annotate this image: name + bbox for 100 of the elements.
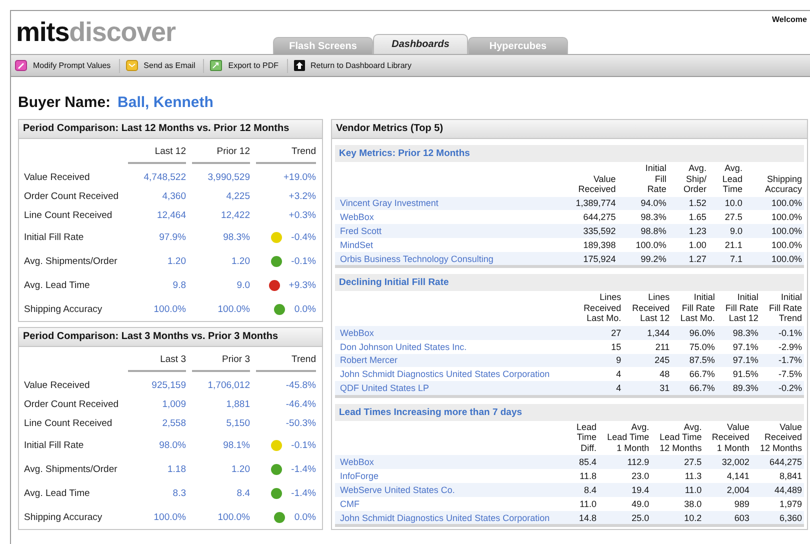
table-cell: 8,841 bbox=[751, 469, 804, 484]
export-icon bbox=[210, 60, 222, 71]
vendor-link[interactable]: John Schmidt Diagnostics United States Corporation bbox=[335, 510, 570, 526]
table-cell: -0.2% bbox=[760, 381, 804, 396]
column-header: Initial Fill Rate Last Mo. bbox=[672, 291, 717, 326]
column-header: Value Received 1 Month bbox=[704, 420, 752, 456]
table-cell: 15 bbox=[574, 340, 624, 354]
vendor-link[interactable]: QDF United States LP bbox=[335, 381, 575, 396]
metric-value: 1,881 bbox=[226, 399, 250, 410]
metric-label: Order Count Received bbox=[24, 398, 120, 412]
table-cell: 4,141 bbox=[704, 469, 752, 484]
column-header: Last 12 bbox=[154, 146, 186, 157]
table-cell: 4 bbox=[574, 381, 624, 396]
table-cell: 100.0% bbox=[744, 210, 804, 224]
table-cell: 1.65 bbox=[668, 210, 708, 224]
column-header: Lines Received Last Mo. bbox=[574, 291, 624, 326]
table-cell: 9 bbox=[574, 354, 624, 368]
vendor-link[interactable]: Don Johnson United States Inc. bbox=[335, 340, 575, 354]
table-cell: 1.52 bbox=[668, 196, 708, 210]
table-cell: 98.3% bbox=[716, 326, 760, 340]
trend-value: -46.4% bbox=[286, 399, 316, 410]
table-cell: 10.2 bbox=[651, 510, 704, 526]
table-cell: 1,979 bbox=[751, 496, 804, 511]
vendor-link[interactable]: Robert Mercer bbox=[335, 354, 575, 368]
table-cell: 87.5% bbox=[672, 354, 717, 368]
table-cell: 211 bbox=[623, 340, 672, 354]
section-title: Lead Times Increasing more than 7 days bbox=[335, 404, 804, 421]
section-title: Key Metrics: Prior 12 Months bbox=[335, 145, 804, 162]
column-header: Last 3 bbox=[159, 354, 186, 365]
metric-label: Initial Fill Rate bbox=[24, 230, 85, 244]
trend-value: 0.0% bbox=[294, 512, 316, 522]
metric-value: 100.0% bbox=[154, 512, 186, 522]
table-cell: 32,002 bbox=[704, 455, 752, 470]
table-cell: 1,344 bbox=[623, 326, 672, 340]
trend-value: -0.4% bbox=[291, 232, 316, 242]
table-cell: 11.0 bbox=[651, 483, 704, 497]
vendor-link[interactable]: WebBox bbox=[335, 455, 570, 470]
panel-title: Period Comparison: Last 12 Months vs. Prior 12 Months bbox=[19, 120, 322, 139]
vendor-link[interactable]: Orbis Business Technology Consulting bbox=[335, 252, 554, 267]
table-cell: 99.2% bbox=[618, 252, 668, 267]
vendor-link[interactable]: CMF bbox=[335, 496, 570, 511]
metric-label: Shipping Accuracy bbox=[24, 510, 104, 524]
table-cell: 189,398 bbox=[554, 238, 618, 252]
table-cell: 27.5 bbox=[708, 210, 744, 224]
table-cell: 31 bbox=[623, 381, 672, 396]
trend-value: +9.3% bbox=[288, 280, 316, 290]
column-header: Value Received bbox=[577, 172, 617, 196]
table-cell: 23.0 bbox=[598, 469, 652, 484]
metric-value: 98.1% bbox=[223, 440, 250, 450]
column-header: Initial Fill Rate bbox=[644, 162, 668, 196]
toolbar-button[interactable]: Export to PDF bbox=[210, 58, 288, 72]
table-cell: 75.0% bbox=[672, 340, 717, 354]
toolbar-button[interactable]: Send as Email bbox=[126, 58, 204, 72]
table-cell: 19.4 bbox=[598, 483, 652, 497]
vendor-link[interactable]: MindSet bbox=[335, 238, 554, 252]
table-cell: 89.3% bbox=[716, 381, 760, 396]
metric-label: Line Count Received bbox=[24, 209, 114, 223]
metric-value: 1.20 bbox=[232, 256, 250, 266]
trend-value: -1.4% bbox=[291, 488, 316, 498]
buyer-label: Buyer Name: bbox=[18, 94, 111, 111]
panel-title: Vendor Metrics (Top 5) bbox=[332, 120, 807, 139]
table-cell: 91.5% bbox=[716, 367, 760, 382]
trend-value: -0.1% bbox=[291, 256, 316, 266]
table-cell: 1.23 bbox=[668, 224, 708, 238]
metric-value: 4,748,522 bbox=[144, 172, 186, 183]
table-cell: 335,592 bbox=[554, 224, 618, 238]
metric-label: Line Count Received bbox=[24, 417, 114, 431]
vendor-link[interactable]: John Schmidt Diagnostics United States Corporation bbox=[335, 367, 575, 382]
vendor-link[interactable]: WebServe United States Co. bbox=[335, 483, 570, 497]
metric-value: 1.20 bbox=[232, 464, 250, 474]
table-cell: 27 bbox=[574, 326, 624, 340]
table-cell: 44,489 bbox=[751, 483, 804, 497]
metric-value: 98.3% bbox=[223, 232, 250, 242]
metric-value: 100.0% bbox=[154, 304, 186, 314]
column-header: Avg. Lead Time bbox=[721, 162, 744, 196]
table-cell: -2.9% bbox=[760, 340, 804, 354]
table-cell: -7.5% bbox=[760, 367, 804, 382]
vendor-link[interactable]: WebBox bbox=[335, 326, 575, 340]
table-cell: 97.1% bbox=[716, 354, 760, 368]
column-header: Prior 3 bbox=[221, 354, 250, 365]
metric-value: 97.9% bbox=[159, 232, 186, 242]
column-header: Trend bbox=[290, 354, 316, 365]
metric-label: Avg. Shipments/Order bbox=[24, 254, 118, 268]
toolbar-button[interactable]: Modify Prompt Values bbox=[15, 58, 120, 72]
vendor-link[interactable]: InfoForge bbox=[335, 469, 570, 484]
vendor-link[interactable]: WebBox bbox=[335, 210, 554, 224]
tab[interactable]: Dashboards bbox=[373, 34, 468, 54]
table-cell: 100.0% bbox=[744, 196, 804, 210]
table-cell: 25.0 bbox=[598, 510, 652, 526]
table-cell: 100.0% bbox=[618, 238, 668, 252]
metric-value: 2,558 bbox=[162, 418, 186, 429]
toolbar-button[interactable]: Return to Dashboard Library bbox=[294, 58, 420, 72]
vendor-link[interactable]: Vincent Gray Investment bbox=[335, 196, 554, 210]
table-cell: 1,389,774 bbox=[554, 196, 618, 210]
table-cell: 85.4 bbox=[570, 455, 599, 470]
table-cell: 38.0 bbox=[651, 496, 704, 511]
vendor-link[interactable]: Fred Scott bbox=[335, 224, 554, 238]
column-header: Avg. Lead Time 12 Months bbox=[651, 420, 704, 456]
table-cell: 1.00 bbox=[668, 238, 708, 252]
table-cell: 8.4 bbox=[570, 483, 599, 497]
